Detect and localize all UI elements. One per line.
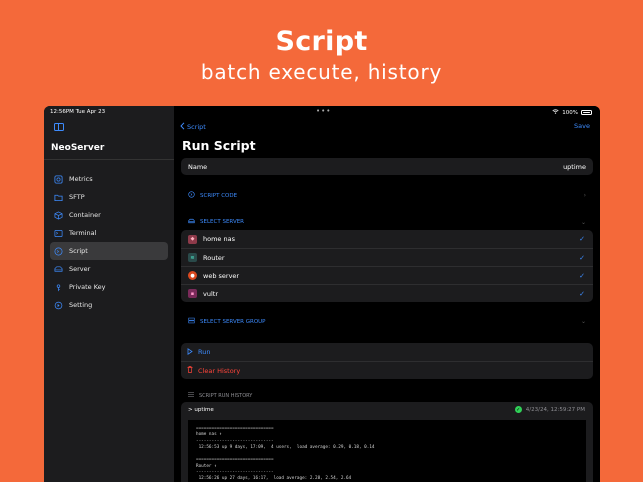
sidebar: 12:56PM Tue Apr 23 NeoServer Metrics SFT… bbox=[44, 106, 174, 482]
run-button[interactable]: Run bbox=[181, 343, 593, 361]
server-row-web-server[interactable]: ● web server ✓ bbox=[181, 266, 593, 284]
server-avatar-icon: ≋ bbox=[188, 253, 197, 262]
sidebar-item-label: Container bbox=[69, 211, 101, 219]
script-icon bbox=[54, 247, 63, 255]
status-indicators: 100% bbox=[552, 109, 592, 116]
sidebar-item-label: SFTP bbox=[69, 193, 85, 201]
checkmark-icon: ✓ bbox=[579, 289, 585, 298]
server-name: home nas bbox=[203, 235, 235, 243]
select-server-group-section[interactable]: SELECT SERVER GROUP ⌄ bbox=[188, 317, 586, 326]
metrics-icon bbox=[54, 174, 63, 184]
sidebar-item-terminal[interactable]: Terminal bbox=[50, 224, 168, 242]
trash-icon bbox=[187, 366, 193, 375]
server-name: web server bbox=[203, 271, 240, 280]
sidebar-item-server[interactable]: Server bbox=[50, 260, 168, 278]
play-icon bbox=[187, 347, 193, 357]
code-icon bbox=[188, 191, 195, 200]
key-icon bbox=[54, 283, 63, 291]
gear-icon bbox=[54, 301, 63, 309]
multitasking-dots-icon[interactable]: ••• bbox=[316, 107, 331, 115]
chevron-down-icon: ⌄ bbox=[580, 218, 586, 226]
terminal-icon bbox=[54, 229, 63, 237]
list-icon bbox=[188, 392, 194, 399]
actions-list: Run Clear History bbox=[181, 343, 593, 379]
cube-icon bbox=[54, 210, 63, 220]
sidebar-item-label: Metrics bbox=[69, 175, 93, 183]
page-title: Run Script bbox=[182, 138, 256, 153]
history-command: > uptime bbox=[188, 407, 214, 413]
sidebar-item-sftp[interactable]: SFTP bbox=[50, 188, 168, 206]
battery-percent: 100% bbox=[562, 109, 578, 116]
server-icon bbox=[188, 218, 195, 226]
back-label: Script bbox=[187, 123, 206, 131]
history-label: SCRIPT RUN HISTORY bbox=[199, 392, 253, 399]
server-avatar-icon: ● bbox=[188, 271, 197, 280]
select-server-label: SELECT SERVER bbox=[200, 219, 244, 225]
server-avatar-icon: ▪ bbox=[188, 289, 197, 298]
sidebar-item-label: Terminal bbox=[69, 229, 97, 237]
clear-history-label: Clear History bbox=[198, 366, 241, 375]
sidebar-item-private-key[interactable]: Private Key bbox=[50, 278, 168, 296]
sidebar-item-label: Server bbox=[69, 265, 91, 273]
status-time: 12:56PM Tue Apr 23 bbox=[50, 109, 106, 115]
back-button[interactable]: Script bbox=[180, 122, 206, 132]
device-screen: 12:56PM Tue Apr 23 NeoServer Metrics SFT… bbox=[44, 106, 600, 482]
sidebar-item-label: Setting bbox=[69, 301, 93, 309]
server-name: vultr bbox=[203, 289, 218, 298]
history-timestamp: 4/23/24, 12:59:27 PM bbox=[525, 406, 585, 413]
sidebar-item-label: Script bbox=[69, 247, 88, 255]
battery-icon bbox=[581, 110, 592, 115]
chevron-down-icon: ⌄ bbox=[580, 318, 586, 325]
script-code-section[interactable]: SCRIPT CODE › bbox=[188, 191, 586, 200]
run-label: Run bbox=[198, 348, 211, 356]
server-name: Router bbox=[203, 253, 225, 262]
server-list: ◆ home nas ✓ ≋ Router ✓ ● web server ✓ ▪… bbox=[181, 230, 593, 302]
script-code-label: SCRIPT CODE bbox=[200, 192, 238, 199]
history-output: ============================== home nas … bbox=[188, 420, 586, 482]
sidebar-item-container[interactable]: Container bbox=[50, 206, 168, 224]
wifi-icon bbox=[552, 109, 559, 116]
server-row-home-nas[interactable]: ◆ home nas ✓ bbox=[181, 230, 593, 248]
main-content: ••• 100% Script Save Run Script Name upt… bbox=[174, 106, 600, 482]
history-section-header: SCRIPT RUN HISTORY bbox=[188, 392, 252, 399]
checkmark-icon: ✓ bbox=[579, 253, 585, 262]
folder-icon bbox=[54, 193, 63, 201]
chevron-left-icon bbox=[180, 122, 185, 132]
sidebar-item-script[interactable]: Script bbox=[50, 242, 168, 260]
sidebar-divider bbox=[44, 159, 174, 160]
hero-title: Script bbox=[275, 26, 368, 57]
sidebar-item-setting[interactable]: Setting bbox=[50, 296, 168, 314]
name-field[interactable]: Name uptime bbox=[181, 158, 593, 175]
name-label: Name bbox=[188, 162, 208, 171]
server-icon bbox=[54, 265, 63, 273]
hero-subtitle: batch execute, history bbox=[200, 60, 443, 84]
app-name: NeoServer bbox=[51, 143, 105, 153]
chevron-right-icon: › bbox=[583, 192, 586, 199]
sidebar-nav: Metrics SFTP Container Terminal Script S… bbox=[50, 170, 168, 314]
history-timestamp-wrap: ✓ 4/23/24, 12:59:27 PM bbox=[514, 406, 585, 413]
checkmark-icon: ✓ bbox=[579, 235, 585, 243]
success-check-icon: ✓ bbox=[514, 406, 522, 413]
save-button[interactable]: Save bbox=[574, 122, 590, 130]
clear-history-button[interactable]: Clear History bbox=[181, 361, 593, 379]
select-server-group-label: SELECT SERVER GROUP bbox=[200, 318, 266, 325]
checkmark-icon: ✓ bbox=[579, 271, 585, 280]
server-row-vultr[interactable]: ▪ vultr ✓ bbox=[181, 284, 593, 302]
sidebar-toggle-icon[interactable] bbox=[54, 123, 64, 131]
select-server-section[interactable]: SELECT SERVER ⌄ bbox=[188, 218, 586, 226]
sidebar-item-metrics[interactable]: Metrics bbox=[50, 170, 168, 188]
server-row-router[interactable]: ≋ Router ✓ bbox=[181, 248, 593, 266]
name-value[interactable]: uptime bbox=[563, 163, 586, 171]
sidebar-item-label: Private Key bbox=[69, 283, 106, 291]
server-avatar-icon: ◆ bbox=[188, 234, 197, 244]
server-group-icon bbox=[188, 317, 195, 326]
history-entry[interactable]: > uptime ✓ 4/23/24, 12:59:27 PM ========… bbox=[181, 402, 593, 482]
